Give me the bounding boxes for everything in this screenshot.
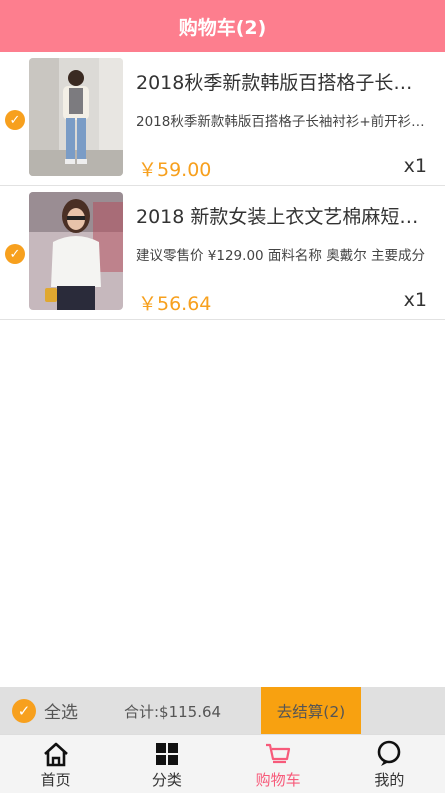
grid-icon [155,743,178,765]
page-header: 购物车(2) [0,0,445,52]
cart-icon [266,743,291,764]
product-description: 建议零售价 ¥129.00 面料名称 奥戴尔 主要成分 [136,248,425,264]
tab-profile[interactable]: 我的 [334,735,445,793]
tab-cart[interactable]: 购物车 [223,735,334,793]
cart-list: ✓ 2018秋季新款韩版百搭格子长袖衬衫+前开衫 2018秋季新款韩版百搭格子长… [0,52,445,320]
tab-label: 我的 [374,771,405,789]
product-title[interactable]: 2018 新款女装上衣文艺棉麻短袖T恤 [136,202,428,229]
product-image[interactable] [29,192,123,310]
cart-total: 合计:$115.64 [124,703,222,721]
home-icon [43,742,68,767]
product-image[interactable] [29,58,123,176]
cart-item[interactable]: ✓ 2018秋季新款韩版百搭格子长袖衬衫+前开衫 2018秋季新款韩版百搭格子长… [0,52,445,186]
cart-summary-bar: ✓ 全选 合计:$115.64 去结算(2) [0,687,445,734]
tab-label: 购物车 [255,771,301,789]
checkout-button[interactable]: 去结算(2) [261,687,361,734]
profile-icon [378,740,401,766]
tab-label: 首页 [40,771,71,789]
tab-category[interactable]: 分类 [111,735,222,793]
tab-label: 分类 [151,771,182,789]
item-checkbox[interactable]: ✓ [5,110,25,130]
bottom-tab-bar: 首页 分类 购物车 我的 [0,734,445,793]
product-price: ￥56.64 [138,293,212,315]
select-all-toggle[interactable]: ✓ 全选 [12,698,78,723]
product-quantity: x1 [403,289,427,311]
tab-home[interactable]: 首页 [0,735,111,793]
product-price: ￥59.00 [138,159,212,181]
page-title: 购物车(2) [178,16,267,39]
product-description: 2018秋季新款韩版百搭格子长袖衬衫+前开衫长裤套装 [136,114,428,130]
product-quantity: x1 [403,155,427,177]
cart-item[interactable]: ✓ 2018 新款女装上衣文艺棉麻短袖T恤 建议零售价 ¥129.00 面料名称… [0,186,445,320]
item-checkbox[interactable]: ✓ [5,244,25,264]
product-title[interactable]: 2018秋季新款韩版百搭格子长袖衬衫+前开衫 [136,68,428,95]
select-all-checkbox[interactable]: ✓ [12,698,36,723]
select-all-label: 全选 [44,703,78,723]
